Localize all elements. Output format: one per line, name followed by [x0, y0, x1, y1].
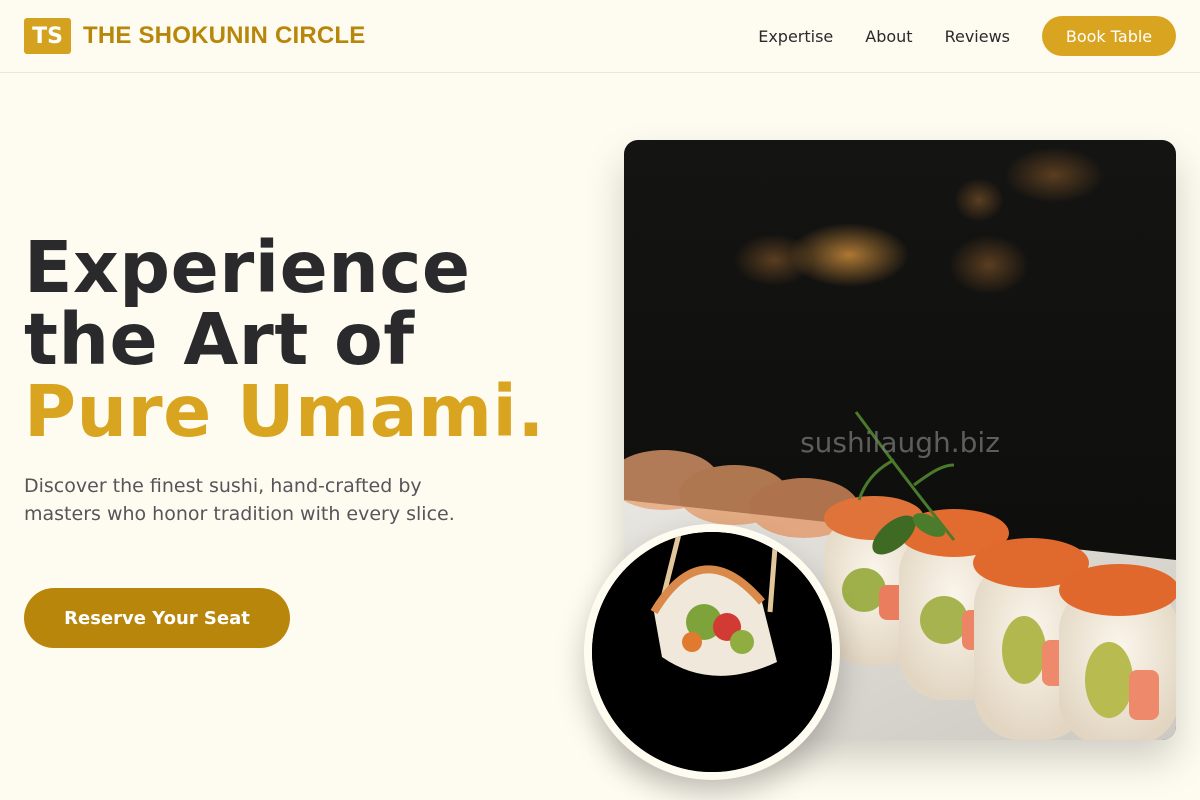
inset-sushi-image	[584, 524, 840, 780]
main-nav: Expertise About Reviews Book Table	[758, 16, 1176, 56]
inset-sushi-photo	[592, 532, 832, 772]
nav-link-reviews[interactable]: Reviews	[945, 27, 1010, 46]
nav-link-about[interactable]: About	[865, 27, 912, 46]
brand-mark: TS	[24, 18, 71, 54]
chopsticks-sushi-graphic	[592, 532, 832, 772]
nav-link-expertise[interactable]: Expertise	[758, 27, 833, 46]
hero-title: Experience the Art of Pure Umami.	[24, 232, 545, 448]
hero-title-line2: the Art of	[24, 298, 415, 381]
brand-name: THE SHOKUNIN CIRCLE	[83, 22, 366, 49]
reserve-seat-button[interactable]: Reserve Your Seat	[24, 588, 290, 648]
hero-title-accent: Pure Umami.	[24, 370, 545, 453]
hero-subtitle: Discover the finest sushi, hand-crafted …	[24, 475, 455, 525]
site-header: TS THE SHOKUNIN CIRCLE Expertise About R…	[0, 0, 1200, 73]
book-table-button[interactable]: Book Table	[1042, 16, 1176, 56]
image-watermark: sushilaugh.biz	[800, 426, 1000, 459]
hero-title-line1: Experience	[24, 226, 471, 309]
brand-logo[interactable]: TS THE SHOKUNIN CIRCLE	[24, 18, 365, 54]
